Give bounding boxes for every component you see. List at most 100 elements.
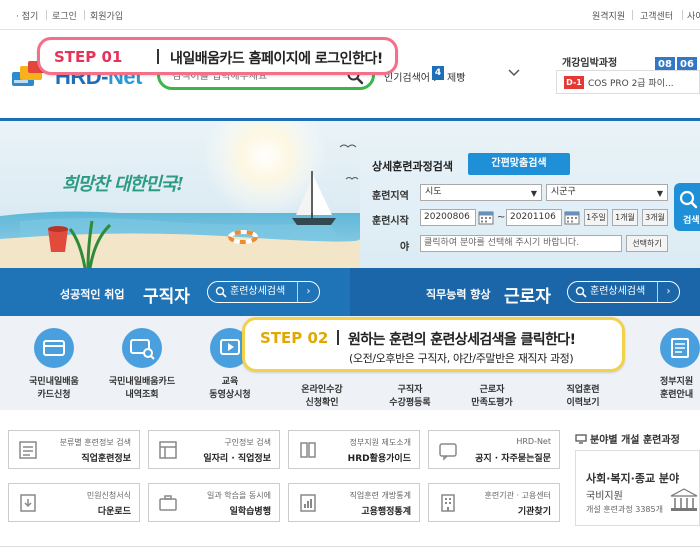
category-card[interactable]: 사회·복지·종교 분야 국비지원 개설 훈련과정 3385개 xyxy=(575,450,700,526)
card-subtitle: 구인정보 검색 xyxy=(224,438,271,447)
card-subtitle: 정부지원 제도소개 xyxy=(349,438,411,447)
card-notice-faq[interactable]: HRD-Net 공지 · 자주묻는질문 xyxy=(428,430,560,469)
quick-menu-label: 정부지원 훈련안내 xyxy=(660,377,694,400)
list-icon xyxy=(19,441,37,459)
quick-menu-label: 구직자 수강평등록 xyxy=(389,385,431,408)
upcoming-course-item[interactable]: D-1 COS PRO 2급 파이... xyxy=(556,70,700,94)
institution-building-icon xyxy=(670,488,698,511)
card-title: 일학습병행 xyxy=(229,507,271,517)
quick-search-button[interactable]: 간편맞춤검색 xyxy=(468,153,570,175)
quick-menu-label: 교육 동영상시청 xyxy=(209,377,251,400)
quick-menu-label: 국민내일배움카드 내역조회 xyxy=(108,377,176,400)
step2-message: 원하는 훈련의 훈련상세검색을 클릭한다! xyxy=(348,332,576,348)
quick-menu-label: 근로자 만족도평가 xyxy=(471,385,513,408)
sitemap-link[interactable]: 사이 xyxy=(687,9,700,22)
job-board-icon xyxy=(159,441,177,459)
region-sido-value: 시도 xyxy=(425,187,442,197)
category-courses-title: 분야별 개설 훈련과정 xyxy=(575,431,680,446)
quick-menu-card-history[interactable]: 국민내일배움카드 내역조회 xyxy=(102,328,182,402)
category-course-count: 개설 훈련과정 3385개 xyxy=(586,505,663,514)
divider xyxy=(632,10,633,20)
region-sido-select[interactable]: 시도 ▼ xyxy=(420,184,542,201)
region-label: 훈련지역 xyxy=(372,191,409,202)
card-icon xyxy=(34,328,74,368)
card-training-info[interactable]: 분류별 훈련정보 검색 직업훈련정보 xyxy=(8,430,140,469)
end-date-input[interactable]: 20201106 xyxy=(506,209,562,226)
region-sigungu-select[interactable]: 시군구 ▼ xyxy=(546,184,668,201)
document-icon xyxy=(660,328,700,368)
divider xyxy=(157,49,159,64)
jobseeker-band: 성공적인 취업 구직자 훈련상세검색 › xyxy=(0,268,350,316)
field-select-input[interactable]: 클릭하여 분야를 선택해 주시기 바랍니다. xyxy=(420,235,622,252)
divider xyxy=(84,10,85,20)
quick-menu-label: 직업훈련 이력보기 xyxy=(566,385,600,408)
step2-callout: STEP 02 원하는 훈련의 훈련상세검색을 클릭한다! (오전/오후반은 구… xyxy=(242,317,625,372)
card-search-icon xyxy=(122,328,162,368)
chevron-down-icon: ▼ xyxy=(530,189,537,198)
card-title: 공지 · 자주묻는질문 xyxy=(475,454,551,464)
worker-band: 직무능력 향상 근로자 훈련상세검색 › xyxy=(350,268,700,316)
divider xyxy=(337,330,339,345)
popular-keyword-link[interactable]: 제빵 xyxy=(447,69,465,84)
region-sigungu-value: 시군구 xyxy=(551,187,576,197)
card-statistics[interactable]: 직업훈련 개방통계 고용행정통계 xyxy=(288,483,420,522)
worker-title: 근로자 xyxy=(504,287,551,307)
step1-tag: STEP 01 xyxy=(54,48,123,66)
card-subtitle: 직업훈련 개방통계 xyxy=(349,491,411,500)
detail-search-title: 상세훈련과정검색 xyxy=(372,160,453,173)
jobseeker-detail-search-button[interactable]: 훈련상세검색 › xyxy=(207,281,320,303)
search-icon xyxy=(575,286,587,298)
statistics-icon xyxy=(300,494,316,512)
chevron-down-icon[interactable] xyxy=(508,68,520,78)
category-support: 국비지원 xyxy=(586,491,623,502)
detail-search-label: 검색 xyxy=(683,216,700,226)
chevron-right-icon: › xyxy=(297,282,319,302)
calendar-icon[interactable] xyxy=(478,210,494,225)
quick-menu-card-apply[interactable]: 국민내일배움 카드신청 xyxy=(14,328,94,402)
card-forms-download[interactable]: 민원신청서식 다운로드 xyxy=(8,483,140,522)
quick-menu-label: 국민내일배움 카드신청 xyxy=(29,377,79,400)
quick-menu-label: 온라인수강 신청확인 xyxy=(301,385,343,408)
bottom-divider xyxy=(0,546,700,547)
worker-detail-search-button[interactable]: 훈련상세검색 › xyxy=(567,281,680,303)
quick-menu-gov-support[interactable]: 정부지원 훈련안내 xyxy=(640,328,700,402)
divider xyxy=(46,10,47,20)
chevron-down-icon: ▼ xyxy=(656,189,663,198)
customer-center-link[interactable]: 고객센터 xyxy=(640,9,673,22)
card-job-info[interactable]: 구인정보 검색 일자리 · 직업정보 xyxy=(148,430,280,469)
card-find-institution[interactable]: 훈련기관 · 고용센터 기관찾기 xyxy=(428,483,560,522)
upcoming-courses-title: 개강임박과정 xyxy=(562,58,618,69)
utility-bar: · 접기 로그인 회원가입 원격지원 고객센터 사이 xyxy=(0,0,700,30)
login-link[interactable]: 로그인 xyxy=(52,9,77,22)
card-hrd-guide[interactable]: 정부지원 제도소개 HRD활용가이드 xyxy=(288,430,420,469)
signup-link[interactable]: 회원가입 xyxy=(90,9,123,22)
detail-search-button[interactable]: 검색 xyxy=(674,183,700,231)
period-1month-button[interactable]: 1개월 xyxy=(612,209,638,226)
dday-badge: D-1 xyxy=(564,76,584,89)
worker-detail-search-label: 훈련상세검색 xyxy=(590,286,646,297)
date-range-separator: ~ xyxy=(497,212,506,223)
calendar-icon[interactable] xyxy=(564,210,580,225)
divider xyxy=(682,10,683,20)
chevron-right-icon: › xyxy=(657,282,679,302)
jobseeker-detail-search-label: 훈련상세검색 xyxy=(230,286,286,297)
upcoming-course-name: COS PRO 2급 파이... xyxy=(588,79,674,89)
period-3month-button[interactable]: 3개월 xyxy=(642,209,668,226)
period-label: 훈련시작 xyxy=(372,216,409,227)
worker-tagline: 직무능력 향상 xyxy=(426,288,491,301)
card-subtitle: 분류별 훈련정보 검색 xyxy=(59,438,131,447)
start-date-input[interactable]: 20200806 xyxy=(420,209,476,226)
category-name: 사회·복지·종교 분야 xyxy=(586,472,680,485)
period-1week-button[interactable]: 1주일 xyxy=(584,209,608,226)
step2-note: (오전/오후반은 구직자, 야간/주말반은 재직자 과정) xyxy=(349,352,574,365)
download-form-icon xyxy=(20,494,36,512)
field-select-button[interactable]: 선택하기 xyxy=(626,235,668,252)
card-work-study[interactable]: 일과 학습을 동시에 일학습병행 xyxy=(148,483,280,522)
monitor-icon xyxy=(575,434,587,444)
card-title: 기관찾기 xyxy=(517,507,551,517)
building-icon xyxy=(441,494,455,512)
collapse-link[interactable]: · 접기 xyxy=(16,9,38,22)
card-title: 직업훈련정보 xyxy=(81,454,131,464)
popular-rank-badge: 4 xyxy=(432,66,444,80)
remote-support-link[interactable]: 원격지원 xyxy=(592,9,625,22)
